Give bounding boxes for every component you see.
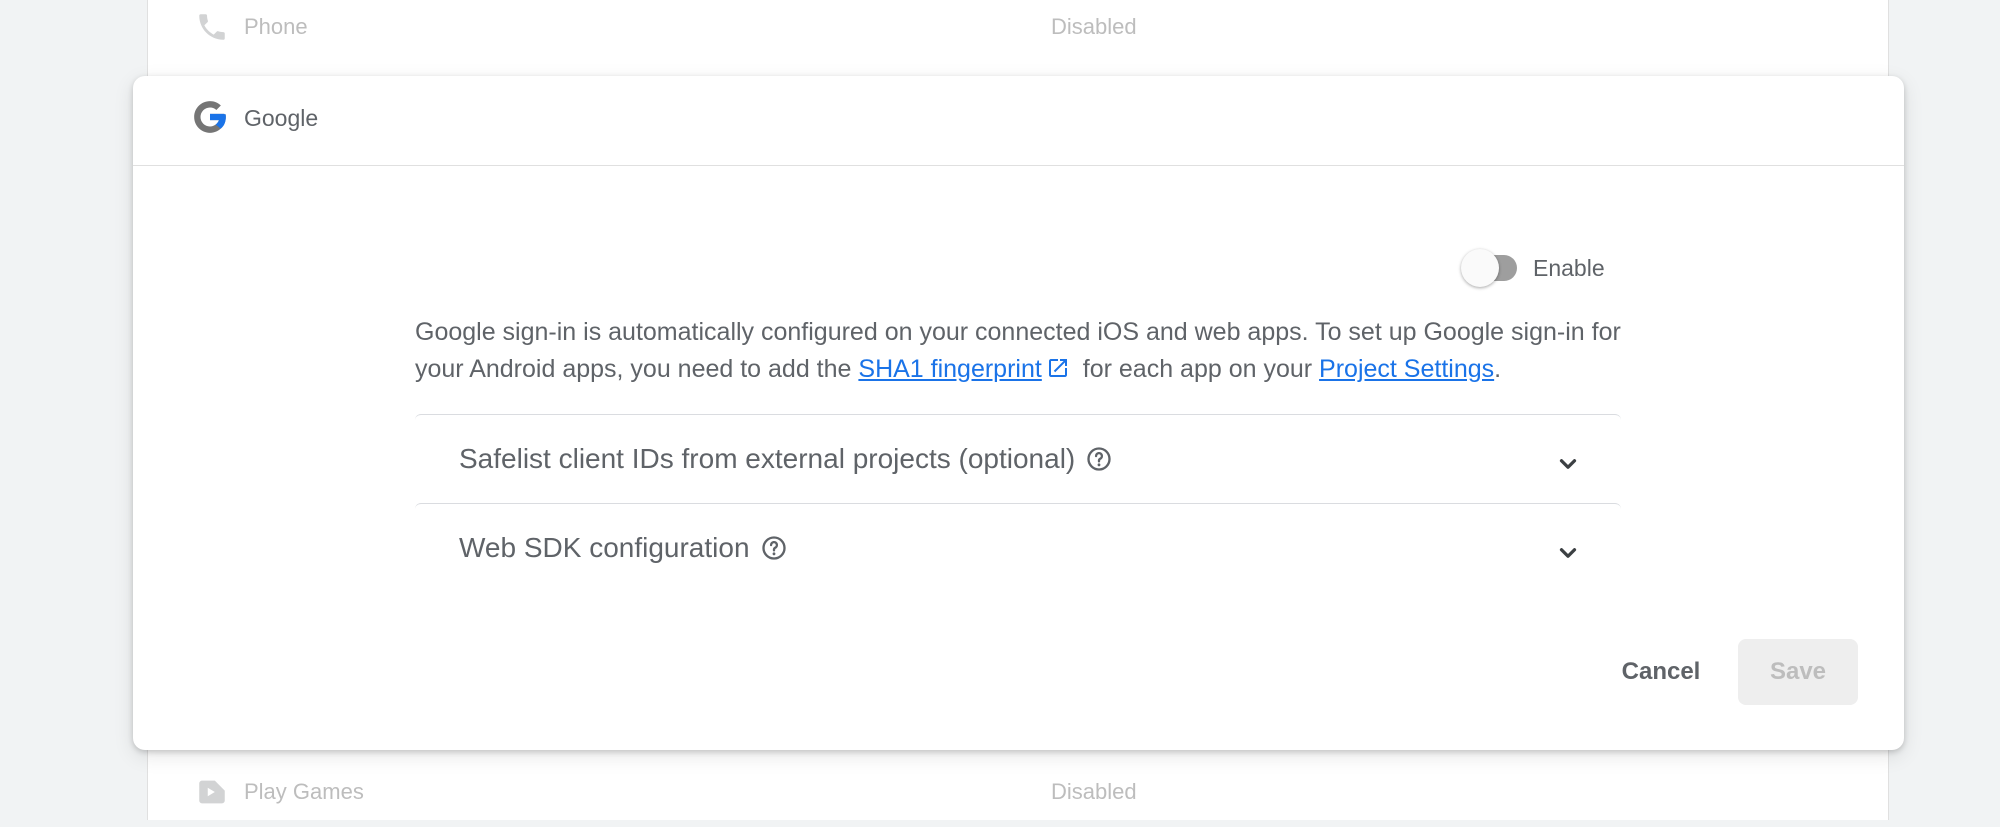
sha1-fingerprint-link[interactable]: SHA1 fingerprint — [858, 355, 1041, 383]
enable-toggle[interactable]: Enable — [1461, 248, 1605, 288]
panel-title: Safelist client IDs from external projec… — [459, 443, 1076, 474]
provider-name: Play Games — [244, 779, 364, 804]
panel-header: Safelist client IDs from external projec… — [459, 443, 1113, 475]
provider-name: Phone — [244, 14, 308, 39]
description-text: for each app on your — [1075, 355, 1320, 383]
enable-label: Enable — [1533, 254, 1605, 281]
save-button[interactable]: Save — [1738, 639, 1858, 705]
safelist-client-ids-panel[interactable]: Safelist client IDs from external projec… — [415, 414, 1621, 502]
chevron-down-icon[interactable] — [1555, 540, 1581, 566]
panel-header: Web SDK configuration — [459, 532, 788, 564]
toggle-track[interactable] — [1461, 249, 1517, 287]
external-link-icon[interactable] — [1046, 356, 1070, 380]
provider-status: Disabled — [1051, 779, 1137, 804]
description-text: . — [1494, 355, 1502, 383]
web-sdk-configuration-panel[interactable]: Web SDK configuration — [415, 503, 1621, 591]
phone-icon — [199, 14, 225, 40]
chevron-down-icon[interactable] — [1555, 451, 1581, 477]
play-games-icon — [199, 780, 225, 804]
google-logo — [194, 101, 226, 133]
description: Google sign-in is automatically configur… — [415, 314, 1645, 388]
dialog-title: Google — [244, 105, 319, 131]
help-icon[interactable] — [1085, 445, 1113, 473]
cancel-button[interactable]: Cancel — [1596, 639, 1726, 705]
help-icon[interactable] — [760, 534, 788, 562]
provider-row-phone[interactable]: Phone Disabled — [147, 0, 1889, 62]
project-settings-link[interactable]: Project Settings — [1319, 355, 1494, 383]
provider-row-play-games[interactable]: Play Games Disabled — [147, 757, 1889, 827]
google-provider-dialog: Google Enable Google sign-in is automati… — [133, 76, 1904, 750]
toggle-thumb[interactable] — [1461, 249, 1499, 287]
panel-title: Web SDK configuration — [459, 532, 750, 563]
dialog-header: Google — [133, 76, 1904, 166]
provider-status: Disabled — [1051, 14, 1137, 39]
